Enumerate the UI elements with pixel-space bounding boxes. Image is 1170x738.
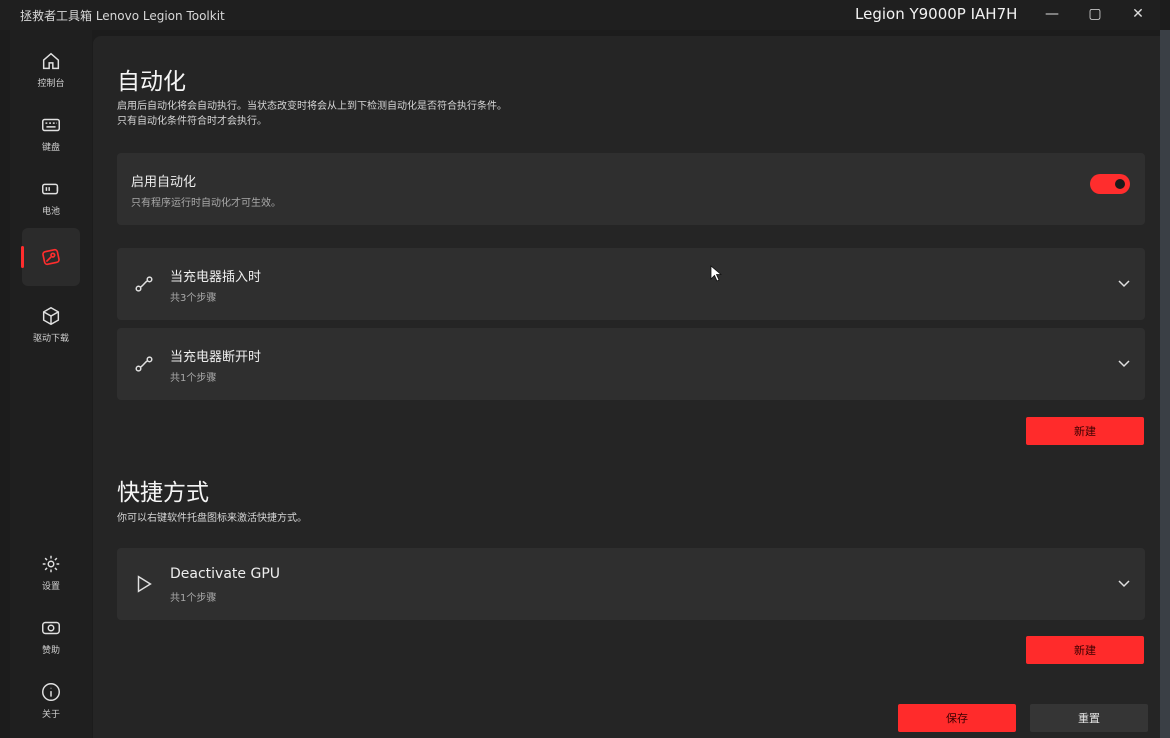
- maximize-icon: ▢: [1088, 6, 1102, 22]
- close-button[interactable]: ✕: [1117, 0, 1159, 28]
- card-subtitle: 共1个步骤: [170, 373, 217, 384]
- automation-icon: [42, 248, 60, 266]
- pipeline-charger-disconnected[interactable]: 当充电器断开时 共1个步骤: [117, 328, 1145, 400]
- shortcut-deactivate-gpu[interactable]: Deactivate GPU 共1个步骤: [117, 548, 1145, 620]
- enable-automation-card: 启用自动化 只有程序运行时自动化才可生效。: [117, 153, 1145, 225]
- maximize-button[interactable]: ▢: [1074, 0, 1116, 28]
- app-title: 拯救者工具箱 Lenovo Legion Toolkit: [20, 9, 225, 23]
- new-shortcut-button[interactable]: 新建: [1026, 636, 1144, 664]
- sidebar-item-label: 驱动下载: [32, 333, 69, 344]
- active-indicator: [21, 246, 24, 268]
- new-automation-button[interactable]: 新建: [1026, 417, 1144, 445]
- sidebar-item-label: 控制台: [37, 78, 65, 89]
- save-button[interactable]: 保存: [898, 704, 1016, 732]
- sidebar-item-battery[interactable]: 电池: [22, 168, 80, 226]
- sidebar-item-dashboard[interactable]: 控制台: [22, 40, 80, 98]
- title-bar: 拯救者工具箱 Lenovo Legion Toolkit Legion Y900…: [0, 0, 1160, 30]
- keyboard-icon: [42, 118, 60, 131]
- sidebar-item-automation[interactable]: [21, 228, 80, 286]
- play-icon: [137, 575, 152, 593]
- info-icon: [42, 682, 60, 701]
- page-title: 自动化: [117, 69, 186, 95]
- donate-icon: [42, 621, 60, 634]
- card-title: Deactivate GPU: [170, 566, 281, 582]
- card-title: 启用自动化: [131, 175, 197, 190]
- section-title: 快捷方式: [117, 480, 209, 506]
- minimize-icon: —: [1045, 6, 1059, 22]
- chevron-down-icon[interactable]: [1117, 356, 1131, 370]
- pipeline-charger-connected[interactable]: 当充电器插入时 共3个步骤: [117, 248, 1145, 320]
- card-title: 当充电器断开时: [170, 350, 262, 365]
- sidebar-item-drivers[interactable]: 驱动下载: [22, 295, 80, 353]
- close-icon: ✕: [1132, 6, 1144, 22]
- sidebar-item-about[interactable]: 关于: [22, 671, 80, 729]
- enable-automation-toggle[interactable]: [1090, 174, 1130, 194]
- home-icon: [42, 52, 60, 69]
- window-edge: [1160, 30, 1170, 738]
- sidebar-item-keyboard[interactable]: 键盘: [22, 104, 80, 162]
- device-name: Legion Y9000P IAH7H: [855, 5, 1018, 23]
- sidebar-item-label: 电池: [41, 206, 60, 217]
- chevron-down-icon[interactable]: [1117, 576, 1131, 590]
- sidebar-item-label: 赞助: [41, 645, 60, 656]
- sidebar-item-label: 设置: [41, 581, 60, 592]
- mouse-cursor-icon: [710, 265, 722, 282]
- description-line: 启用后自动化将会自动执行。当状态改变时将会从上到下检测自动化是否符合执行条件。: [117, 101, 507, 112]
- package-icon: [42, 306, 60, 325]
- sidebar-item-settings[interactable]: 设置: [22, 543, 80, 601]
- sidebar-item-donate[interactable]: 赞助: [22, 607, 80, 665]
- card-subtitle: 共1个步骤: [170, 593, 217, 604]
- reset-button[interactable]: 重置: [1030, 704, 1148, 732]
- gear-icon: [42, 555, 60, 572]
- sidebar-item-label: 关于: [41, 709, 60, 720]
- card-subtitle: 只有程序运行时自动化才可生效。: [131, 198, 281, 209]
- sidebar: 控制台 键盘 电池 驱动下载 设置 赞助 关于: [10, 30, 92, 738]
- link-icon: [135, 276, 153, 292]
- automation-description: 启用后自动化将会自动执行。当状态改变时将会从上到下检测自动化是否符合执行条件。 …: [117, 99, 507, 129]
- shortcuts-description: 你可以右键软件托盘图标来激活快捷方式。: [117, 513, 307, 524]
- chevron-down-icon[interactable]: [1117, 276, 1131, 290]
- battery-icon: [42, 183, 59, 194]
- minimize-button[interactable]: —: [1031, 0, 1073, 28]
- card-subtitle: 共3个步骤: [170, 293, 217, 304]
- description-line: 只有自动化条件符合时才会执行。: [117, 116, 267, 127]
- card-title: 当充电器插入时: [170, 270, 262, 285]
- link-icon: [135, 356, 153, 372]
- sidebar-item-label: 键盘: [41, 142, 60, 153]
